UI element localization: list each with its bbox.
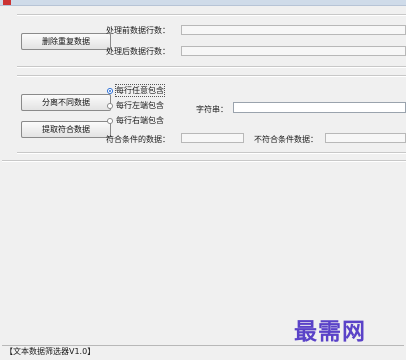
radio-right-contains[interactable]: 每行右端包含 bbox=[107, 115, 164, 126]
matching-count-label: 符合条件的数据： bbox=[106, 135, 170, 144]
rows-after-field[interactable] bbox=[181, 46, 406, 56]
extract-matching-button[interactable]: 提取符合数据 bbox=[21, 121, 111, 138]
app-icon bbox=[3, 0, 11, 5]
site-watermark: 最需网 bbox=[294, 318, 366, 345]
split-data-button[interactable]: 分离不同数据 bbox=[21, 94, 111, 111]
radio-right-contains-label: 每行右端包含 bbox=[116, 116, 164, 125]
matching-count-field[interactable] bbox=[181, 133, 244, 143]
status-text: 【文本数据筛选器V1.0】 bbox=[5, 347, 96, 356]
radio-checked-icon[interactable] bbox=[107, 87, 113, 94]
nonmatching-count-label: 不符合条件数据： bbox=[254, 135, 318, 144]
radio-any-contains[interactable]: 每行任意包含 bbox=[107, 84, 165, 97]
radio-any-contains-label: 每行任意包含 bbox=[115, 84, 165, 97]
string-label: 字符串： bbox=[196, 105, 228, 114]
radio-unchecked-icon[interactable] bbox=[107, 102, 113, 109]
rows-after-label: 处理后数据行数： bbox=[106, 47, 170, 56]
radio-unchecked-icon[interactable] bbox=[107, 117, 113, 124]
radio-left-contains[interactable]: 每行左端包含 bbox=[107, 100, 164, 111]
string-input[interactable] bbox=[233, 102, 406, 113]
window-titlebar bbox=[0, 0, 406, 6]
radio-left-contains-label: 每行左端包含 bbox=[116, 101, 164, 110]
section-divider-3 bbox=[17, 152, 406, 154]
delete-duplicates-button[interactable]: 删除重复数据 bbox=[21, 33, 111, 50]
section-divider-1 bbox=[17, 66, 406, 68]
section-divider-top bbox=[17, 14, 406, 16]
rows-before-field[interactable] bbox=[181, 25, 406, 35]
rows-before-label: 处理前数据行数： bbox=[106, 26, 170, 35]
section-divider-2 bbox=[17, 75, 406, 77]
status-bar: 【文本数据筛选器V1.0】 bbox=[2, 345, 404, 357]
nonmatching-count-field[interactable] bbox=[325, 133, 406, 143]
